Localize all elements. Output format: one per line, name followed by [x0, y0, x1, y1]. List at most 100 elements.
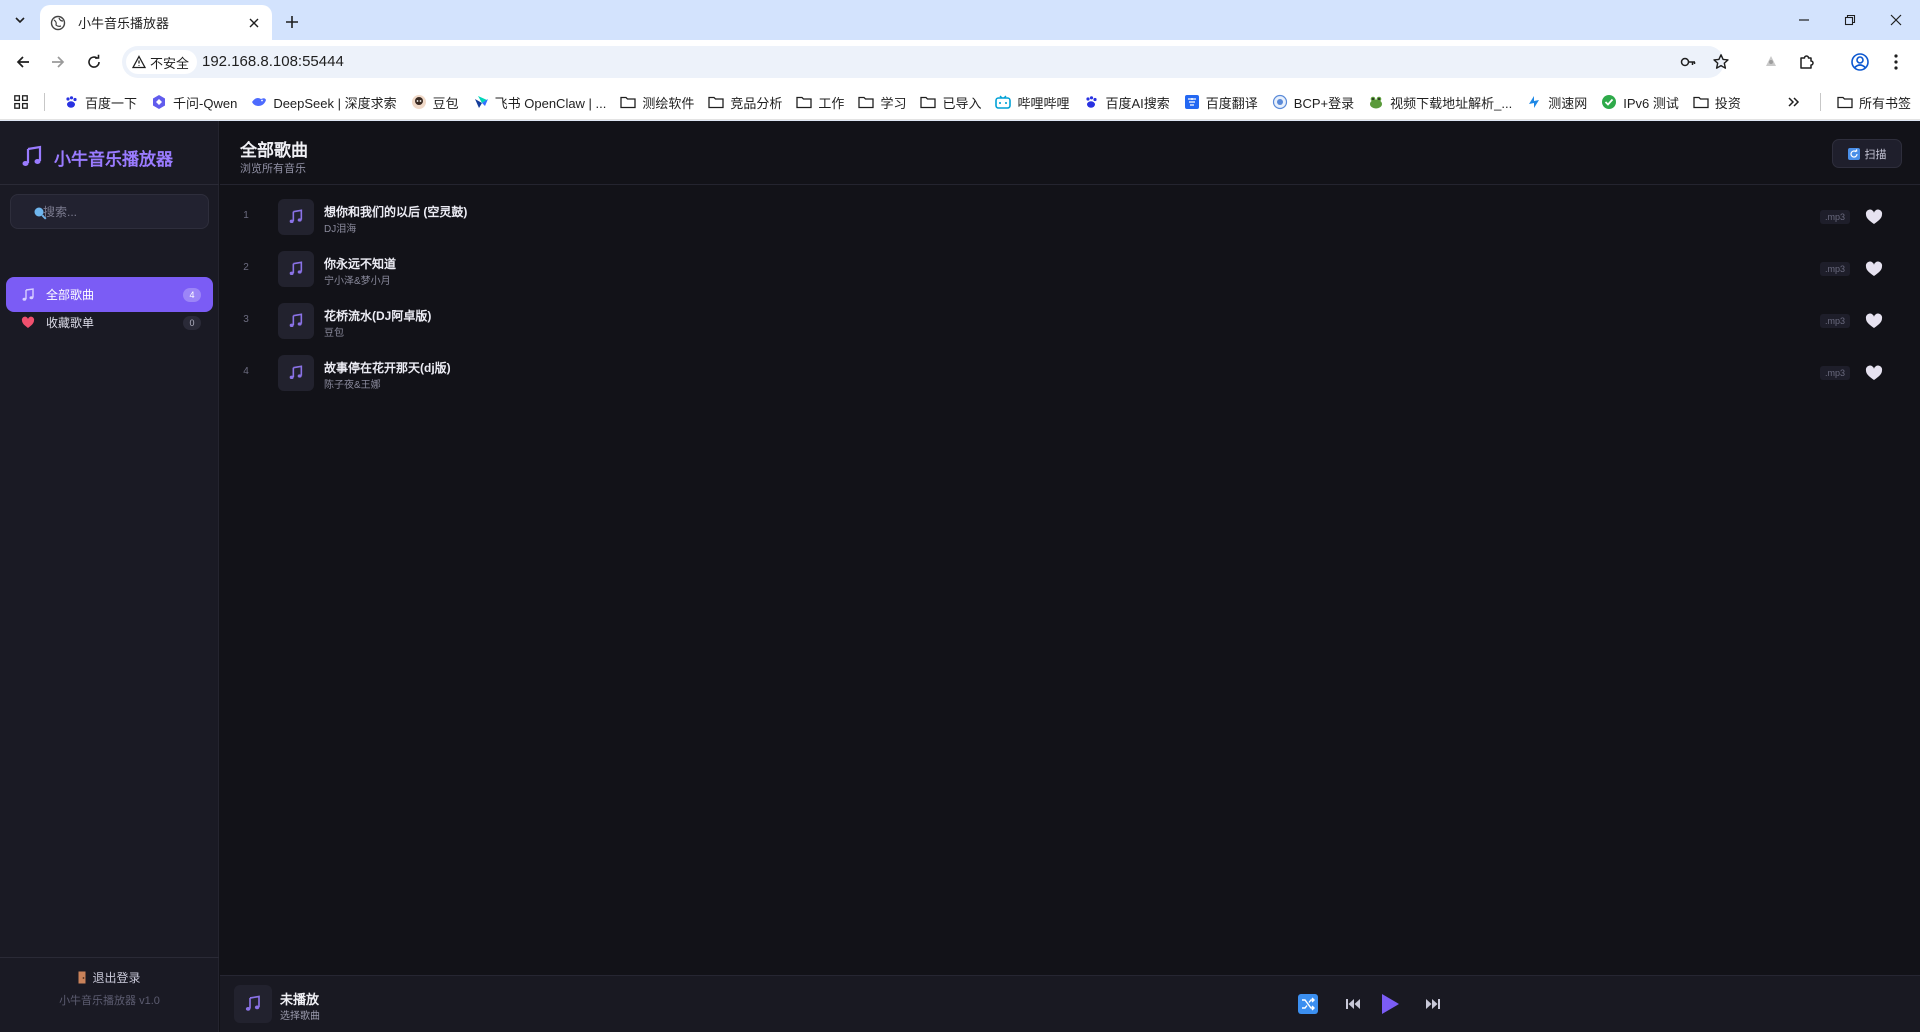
all-bookmarks-folder[interactable]: 所有书签 — [1830, 88, 1918, 116]
search-box[interactable] — [10, 194, 209, 229]
logout-label: 退出登录 — [92, 971, 141, 985]
bookmark-label: 学习 — [880, 95, 907, 111]
bookmark-item[interactable]: 学习 — [851, 88, 913, 116]
bookmark-item[interactable]: BCP+登录 — [1265, 88, 1361, 116]
song-title: 想你和我们的以后 (空灵鼓) — [324, 205, 468, 219]
bookmark-item[interactable]: 百度一下 — [56, 88, 144, 116]
extension-puzzle-grey-icon[interactable] — [1759, 50, 1783, 74]
restore-button[interactable] — [1827, 0, 1873, 40]
minimize-button[interactable] — [1781, 0, 1827, 40]
player-bar: 未播放 选择歌曲 — [220, 975, 1920, 1032]
extensions-icon[interactable] — [1795, 50, 1819, 74]
browser-tab[interactable]: 小牛音乐播放器 — [40, 5, 272, 40]
previous-button[interactable] — [1339, 990, 1367, 1018]
song-row[interactable]: 2 你永远不知道 宁小泽&梦小月 .mp3 — [234, 245, 1906, 295]
brand: 小牛音乐播放器 — [20, 141, 173, 173]
bookmark-item[interactable]: 工作 — [789, 88, 851, 116]
bookmark-label: 豆包 — [432, 95, 459, 111]
song-row[interactable]: 3 花桥流水(DJ阿卓版) 豆包 .mp3 — [234, 297, 1906, 347]
favorite-heart-icon[interactable] — [1864, 207, 1884, 227]
bookmark-item[interactable]: 哔哩哔哩 — [988, 88, 1076, 116]
bookmarks-separator — [1820, 93, 1821, 111]
now-playing-title: 未播放 — [280, 992, 320, 1007]
tab-strip: 小牛音乐播放器 — [0, 0, 1920, 40]
shuffle-icon — [1298, 994, 1318, 1014]
qwen-icon — [151, 94, 167, 110]
bookmark-item[interactable]: 测速网 — [1519, 88, 1594, 116]
folder-icon — [858, 94, 875, 110]
deepseek-icon — [251, 94, 267, 110]
folder-icon — [620, 94, 637, 110]
song-format-badge: .mp3 — [1820, 314, 1851, 328]
arrow-left-icon — [16, 56, 29, 68]
bookmark-item[interactable]: 飞书 OpenClaw | ... — [466, 88, 614, 116]
shuffle-button[interactable] — [1294, 990, 1322, 1018]
bookmark-item[interactable]: 豆包 — [404, 88, 466, 116]
bookmark-label: 竞品分析 — [730, 95, 783, 111]
divider — [0, 184, 219, 185]
close-tab-icon[interactable] — [246, 15, 262, 31]
song-artist: 豆包 — [324, 328, 344, 339]
song-title: 故事停在花开那天(dj版) — [324, 361, 451, 375]
logout-button[interactable]: 退出登录 — [0, 969, 219, 986]
apps-grid-icon[interactable] — [11, 92, 31, 112]
now-playing-subtitle: 选择歌曲 — [280, 1011, 320, 1022]
folder-icon — [1837, 94, 1853, 110]
speedtest-icon — [1526, 94, 1542, 110]
more-bookmarks-icon[interactable] — [1784, 92, 1804, 112]
bookmark-item[interactable]: 百度翻译 — [1177, 88, 1265, 116]
bookmark-item[interactable]: 已导入 — [913, 88, 988, 116]
song-artist: 陈子夜&王娜 — [324, 380, 381, 391]
bookmark-item[interactable]: 竞品分析 — [701, 88, 789, 116]
bookmark-item[interactable]: 测绘软件 — [613, 88, 701, 116]
bookmark-item[interactable]: IPv6 测试 — [1594, 88, 1686, 116]
globe-icon — [50, 15, 66, 30]
next-button[interactable] — [1419, 990, 1447, 1018]
tab-search-button[interactable] — [6, 6, 34, 34]
bookmark-item[interactable]: DeepSeek | 深度求索 — [244, 88, 403, 116]
song-title: 花桥流水(DJ阿卓版) — [324, 309, 432, 323]
search-input[interactable] — [43, 203, 193, 221]
doubao-icon — [411, 94, 427, 110]
folder-icon — [1693, 94, 1709, 110]
brand-name: 小牛音乐播放器 — [54, 149, 173, 169]
bookmark-label: 测速网 — [1548, 95, 1588, 111]
music-app: 小牛音乐播放器 全部歌曲 4 收藏歌单 0 退出登录 小牛音乐播放器 v1.0 全部歌… — [0, 121, 1920, 1032]
translate-icon — [1184, 94, 1200, 110]
song-index: 4 — [243, 366, 249, 377]
all-bookmarks-label: 所有书签 — [1859, 95, 1912, 111]
password-key-icon[interactable] — [1678, 52, 1698, 72]
profile-icon[interactable] — [1848, 50, 1872, 74]
play-button[interactable] — [1376, 990, 1404, 1018]
reload-icon — [88, 54, 100, 68]
security-chip[interactable]: 不安全 — [126, 50, 198, 74]
reload-button[interactable] — [80, 48, 108, 76]
bookmark-item[interactable]: 投资 — [1686, 88, 1748, 116]
bookmark-item[interactable]: 视频下载地址解析_... — [1361, 88, 1519, 116]
favorite-heart-icon[interactable] — [1864, 259, 1884, 279]
bookmarks-bar: 百度一下 千问-Qwen DeepSeek | 深度求索 豆包 飞书 OpenClaw … — [0, 84, 1920, 120]
url-text[interactable]: 192.168.8.108:55444 — [202, 53, 344, 70]
song-artist: DJ泪海 — [324, 224, 357, 235]
favorite-heart-icon[interactable] — [1864, 363, 1884, 383]
favorite-heart-icon[interactable] — [1864, 311, 1884, 331]
bookmark-label: 投资 — [1714, 95, 1741, 111]
new-tab-button[interactable] — [278, 8, 306, 36]
nav-favorites[interactable]: 收藏歌单 0 — [6, 305, 213, 340]
more-menu-icon[interactable] — [1884, 50, 1908, 74]
song-title: 你永远不知道 — [324, 257, 397, 271]
music-note-icon — [288, 261, 304, 277]
song-row[interactable]: 1 想你和我们的以后 (空灵鼓) DJ泪海 .mp3 — [234, 193, 1906, 243]
song-row[interactable]: 4 故事停在花开那天(dj版) 陈子夜&王娜 .mp3 — [234, 349, 1906, 399]
scan-button[interactable]: 扫描 — [1832, 139, 1902, 168]
back-button[interactable] — [9, 48, 37, 76]
door-icon — [78, 971, 86, 984]
bookmark-star-icon[interactable] — [1711, 52, 1731, 72]
bookmark-item[interactable]: 百度AI搜索 — [1076, 88, 1176, 116]
close-window-button[interactable] — [1873, 0, 1919, 40]
song-index: 1 — [243, 210, 249, 221]
forward-button[interactable] — [44, 48, 72, 76]
warning-icon — [132, 55, 146, 69]
bookmark-item[interactable]: 千问-Qwen — [144, 88, 244, 116]
address-bar[interactable]: 不安全 192.168.8.108:55444 — [122, 46, 1729, 78]
